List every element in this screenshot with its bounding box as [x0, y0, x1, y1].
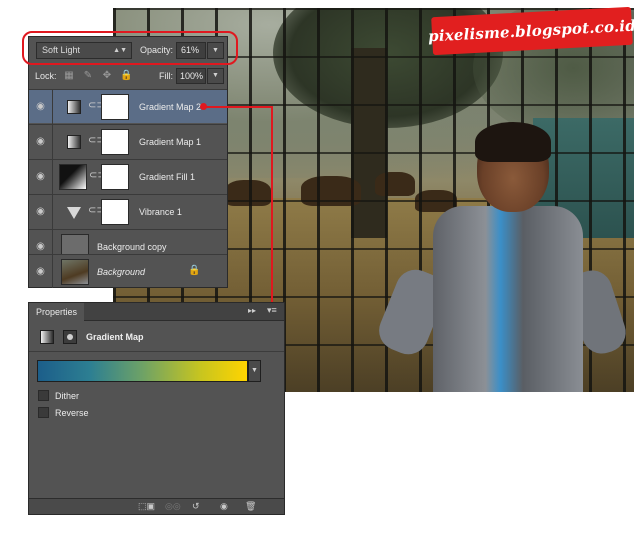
dither-label: Dither — [55, 391, 80, 401]
gradient-picker[interactable] — [37, 360, 248, 382]
photo-child-hair — [475, 122, 551, 162]
tab-properties[interactable]: Properties — [29, 303, 85, 321]
reset-icon[interactable]: ↺ — [192, 501, 200, 512]
clip-to-layer-icon[interactable]: ⬚▣ — [138, 501, 155, 512]
vibrance-icon — [67, 207, 81, 219]
visibility-eye-icon[interactable]: ◉ — [29, 160, 53, 194]
visibility-eye-icon[interactable]: ◉ — [29, 90, 53, 124]
layer-row-gradient-map-1[interactable]: ◉ ⊂⊃ Gradient Map 1 — [29, 124, 227, 159]
panel-menu-icon[interactable]: ▾≡ — [267, 305, 277, 316]
adjustment-icon[interactable] — [40, 330, 54, 344]
layer-mask-thumbnail[interactable] — [101, 94, 129, 120]
properties-tab-bar: Properties ▸▸ ▾≡ — [29, 303, 284, 321]
layer-row-background[interactable]: ◉ Background 🔒 — [29, 254, 227, 288]
gradient-dropdown-button[interactable]: ▼ — [248, 360, 261, 382]
visibility-eye-icon[interactable]: ◉ — [29, 195, 53, 229]
layer-name: Background — [97, 267, 146, 277]
reverse-label: Reverse — [55, 408, 89, 418]
dither-checkbox[interactable] — [38, 390, 49, 401]
layer-name: Gradient Map 1 — [139, 137, 202, 147]
layer-row-gradient-fill-1[interactable]: ◉ ⊂⊃ Gradient Fill 1 — [29, 159, 227, 194]
layer-name: Gradient Map 2 — [139, 102, 202, 112]
lock-position-icon[interactable]: ✥ — [101, 70, 113, 82]
annotation-highlight-oval — [22, 31, 238, 65]
reverse-checkbox[interactable] — [38, 407, 49, 418]
gradient-map-icon — [67, 100, 81, 114]
layer-name: Vibrance 1 — [139, 207, 182, 217]
fill-label: Fill: — [159, 71, 173, 81]
properties-footer: ⬚▣ ◎◎ ↺ ◉ 🗑 — [29, 498, 284, 514]
layer-mask-thumbnail[interactable] — [101, 199, 129, 225]
layers-panel: Soft Light ▲▼ Opacity: 61% ▼ Lock: ▦ ✎ ✥… — [28, 36, 228, 288]
lock-label: Lock: — [35, 71, 57, 81]
properties-panel: Properties ▸▸ ▾≡ Gradient Map ▼ Dither R… — [28, 302, 285, 515]
layer-mask-thumbnail[interactable] — [101, 129, 129, 155]
visibility-eye-icon[interactable]: ◉ — [220, 501, 228, 512]
gradient-fill-thumbnail[interactable] — [59, 164, 87, 190]
fill-dropdown-button[interactable]: ▼ — [207, 68, 224, 84]
visibility-eye-icon[interactable]: ◉ — [29, 255, 53, 288]
properties-title: Gradient Map — [86, 332, 144, 342]
layer-thumbnail[interactable] — [61, 259, 89, 285]
collapse-icon[interactable]: ▸▸ — [248, 306, 256, 315]
layer-name: Gradient Fill 1 — [139, 172, 196, 182]
lock-paint-icon[interactable]: ✎ — [82, 70, 94, 82]
lock-icon: 🔒 — [188, 265, 201, 276]
lock-row: Lock: ▦ ✎ ✥ 🔒 Fill: 100% ▼ — [29, 65, 227, 87]
layer-row-vibrance-1[interactable]: ◉ ⊂⊃ Vibrance 1 — [29, 194, 227, 229]
photo-child-body — [433, 206, 583, 392]
mask-icon[interactable] — [63, 330, 77, 344]
visibility-eye-icon[interactable]: ◉ — [29, 125, 53, 159]
layer-name: Background copy — [97, 242, 167, 252]
fill-input[interactable]: 100% — [176, 68, 206, 84]
view-previous-icon[interactable]: ◎◎ — [165, 501, 181, 512]
lock-all-icon[interactable]: 🔒 — [120, 70, 132, 82]
annotation-connector-line — [203, 106, 273, 108]
layer-mask-thumbnail[interactable] — [101, 164, 129, 190]
trash-icon[interactable]: 🗑 — [245, 501, 256, 512]
layer-row-gradient-map-2[interactable]: ◉ ⊂⊃ Gradient Map 2 — [29, 89, 227, 124]
properties-header: Gradient Map — [29, 322, 284, 352]
gradient-map-icon — [67, 135, 81, 149]
lock-transparent-icon[interactable]: ▦ — [63, 70, 75, 82]
